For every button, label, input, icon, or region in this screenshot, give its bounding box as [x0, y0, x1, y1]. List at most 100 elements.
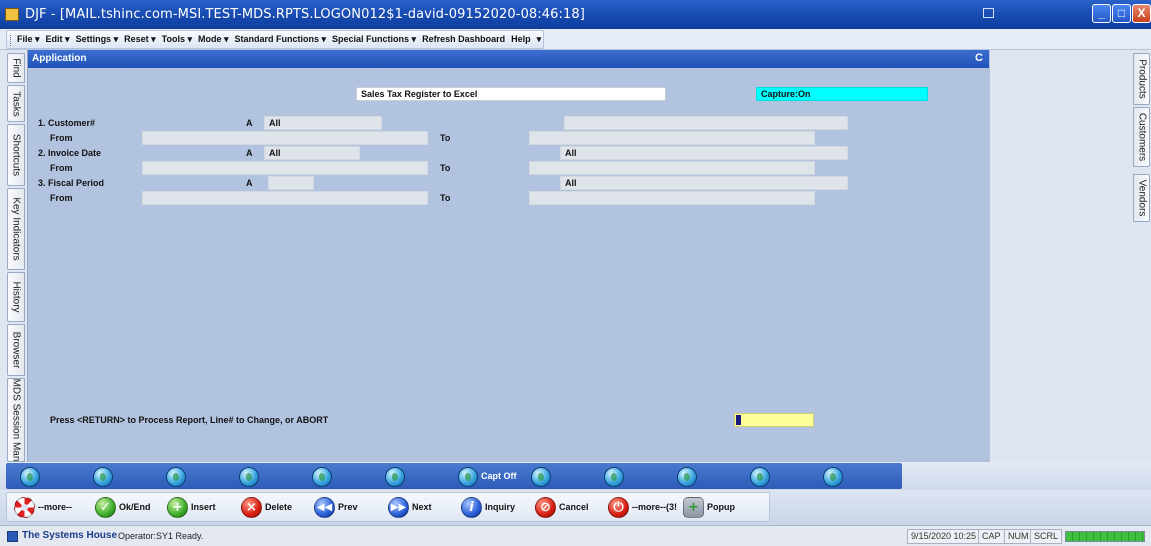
function-key-5-globe-icon[interactable]: [312, 467, 332, 487]
customer-to-label: To: [440, 133, 451, 143]
left-tab-strip: Find Tasks Shortcuts Key Indicators Hist…: [0, 50, 28, 462]
menu-standard-functions[interactable]: Standard Functions ▾: [235, 34, 327, 45]
right-tab-strip: Products Customers Vendors: [1132, 50, 1151, 462]
menu-reset[interactable]: Reset ▾: [124, 34, 156, 45]
grip-handle[interactable]: [10, 35, 13, 46]
tab-find[interactable]: Find: [7, 53, 25, 83]
more-3-button[interactable]: ⏻ --more--(3!: [608, 496, 677, 518]
invoice-date-mode: A: [246, 148, 253, 158]
status-num: NUM: [1004, 529, 1033, 544]
status-progress-bar: [1065, 531, 1145, 542]
fiscal-period-select-field[interactable]: [268, 176, 314, 190]
function-key-4-globe-icon[interactable]: [239, 467, 259, 487]
invoice-date-to-field[interactable]: [529, 161, 815, 175]
menu-file[interactable]: File ▾: [17, 34, 40, 45]
function-key-10-globe-icon[interactable]: [677, 467, 697, 487]
inquiry-button[interactable]: i Inquiry: [461, 496, 515, 518]
function-key-9-globe-icon[interactable]: [604, 467, 624, 487]
status-scrl: SCRL: [1030, 529, 1063, 544]
fiscal-period-from-label: From: [50, 193, 73, 203]
close-button[interactable]: X: [1132, 4, 1151, 23]
tab-tasks[interactable]: Tasks: [7, 85, 25, 122]
invoice-date-to-label: To: [440, 163, 451, 173]
invoice-date-label: 2. Invoice Date: [38, 148, 102, 158]
function-key-1-globe-icon[interactable]: [20, 467, 40, 487]
tab-products[interactable]: Products: [1133, 53, 1150, 105]
menu-strip: File ▾ Edit ▾ Settings ▾ Reset ▾ Tools ▾…: [6, 30, 544, 49]
power-icon: ⏻: [608, 496, 629, 518]
menu-bar: File ▾ Edit ▾ Settings ▾ Reset ▾ Tools ▾…: [0, 29, 1151, 50]
maximize-button[interactable]: □: [1112, 4, 1131, 23]
fiscal-period-to-field[interactable]: [529, 191, 815, 205]
function-key-12-globe-icon[interactable]: [823, 467, 843, 487]
status-cap: CAP: [978, 529, 1005, 544]
invoice-date-range-field[interactable]: All: [560, 146, 848, 160]
status-datetime: 9/15/2020 10:25: [907, 529, 981, 544]
customer-select-field[interactable]: All: [264, 116, 382, 130]
fiscal-period-label: 3. Fiscal Period: [38, 178, 105, 188]
minimize-button[interactable]: _: [1092, 4, 1111, 23]
function-key-11-globe-icon[interactable]: [750, 467, 770, 487]
customer-from-label: From: [50, 133, 73, 143]
function-key-3-globe-icon[interactable]: [166, 467, 186, 487]
report-form: Sales Tax Register to Excel Capture:On 1…: [28, 68, 989, 462]
popup-button[interactable]: + Popup: [683, 496, 735, 518]
right-side-panel: [989, 50, 1132, 462]
function-key-strip: Capt Off: [6, 463, 902, 489]
menu-special-functions[interactable]: Special Functions ▾: [332, 34, 416, 45]
cancel-button[interactable]: ⊘ Cancel: [535, 496, 589, 518]
panel-header: Application C: [28, 50, 989, 68]
customer-range-field[interactable]: [564, 116, 848, 130]
menu-help[interactable]: Help: [511, 34, 531, 45]
customer-label: 1. Customer#: [38, 118, 96, 128]
status-bar: The Systems House Operator:SY1 Ready. 9/…: [0, 525, 1151, 546]
menu-overflow[interactable]: ▾: [537, 34, 542, 45]
customer-from-field[interactable]: [142, 131, 428, 145]
capt-off-globe-icon[interactable]: [458, 467, 478, 487]
refresh-icon[interactable]: C: [975, 52, 983, 64]
fiscal-period-mode: A: [246, 178, 253, 188]
fiscal-period-to-label: To: [440, 193, 451, 203]
company-icon: [7, 531, 18, 542]
info-icon: i: [461, 496, 482, 518]
menu-edit[interactable]: Edit ▾: [46, 34, 70, 45]
tab-vendors[interactable]: Vendors: [1133, 174, 1150, 222]
capture-status: Capture:On: [756, 87, 928, 101]
menu-settings[interactable]: Settings ▾: [76, 34, 119, 45]
customer-to-field[interactable]: [529, 131, 815, 145]
tab-key-indicators[interactable]: Key Indicators: [7, 188, 25, 270]
menu-items: File ▾ Edit ▾ Settings ▾ Reset ▾ Tools ▾…: [17, 34, 547, 45]
ok-end-button[interactable]: ✓ Ok/End: [95, 496, 151, 518]
prev-button[interactable]: ◀◀ Prev: [314, 496, 358, 518]
app-icon[interactable]: [5, 8, 19, 21]
invoice-date-from-field[interactable]: [142, 161, 428, 175]
report-title-field: Sales Tax Register to Excel: [356, 87, 666, 101]
tab-customers[interactable]: Customers: [1133, 107, 1150, 167]
fast-forward-icon: ▶▶: [388, 496, 409, 518]
menu-refresh-dashboard[interactable]: Refresh Dashboard: [422, 34, 505, 45]
rewind-icon: ◀◀: [314, 496, 335, 518]
invoice-date-from-label: From: [50, 163, 73, 173]
insert-button[interactable]: + Insert: [167, 496, 216, 518]
fiscal-period-range-field[interactable]: All: [560, 176, 848, 190]
more-button[interactable]: --more--: [14, 496, 72, 518]
tab-shortcuts[interactable]: Shortcuts: [7, 124, 25, 186]
command-input[interactable]: [734, 413, 814, 427]
tab-browser[interactable]: Browser: [7, 324, 25, 376]
restore-tray-icon[interactable]: [983, 8, 994, 18]
fiscal-period-from-field[interactable]: [142, 191, 428, 205]
function-key-8-globe-icon[interactable]: [531, 467, 551, 487]
menu-mode[interactable]: Mode ▾: [198, 34, 229, 45]
panel-title: Application: [32, 53, 87, 64]
checkmark-icon: ✓: [95, 496, 116, 518]
no-entry-icon: ⊘: [535, 496, 556, 518]
function-key-6-globe-icon[interactable]: [385, 467, 405, 487]
delete-button[interactable]: × Delete: [241, 496, 292, 518]
next-button[interactable]: ▶▶ Next: [388, 496, 432, 518]
menu-tools[interactable]: Tools ▾: [162, 34, 192, 45]
tab-mds-session-manager[interactable]: MDS Session Man: [7, 378, 25, 462]
capt-off-label[interactable]: Capt Off: [481, 471, 517, 481]
tab-history[interactable]: History: [7, 272, 25, 322]
invoice-date-select-field[interactable]: All: [264, 146, 360, 160]
function-key-2-globe-icon[interactable]: [93, 467, 113, 487]
